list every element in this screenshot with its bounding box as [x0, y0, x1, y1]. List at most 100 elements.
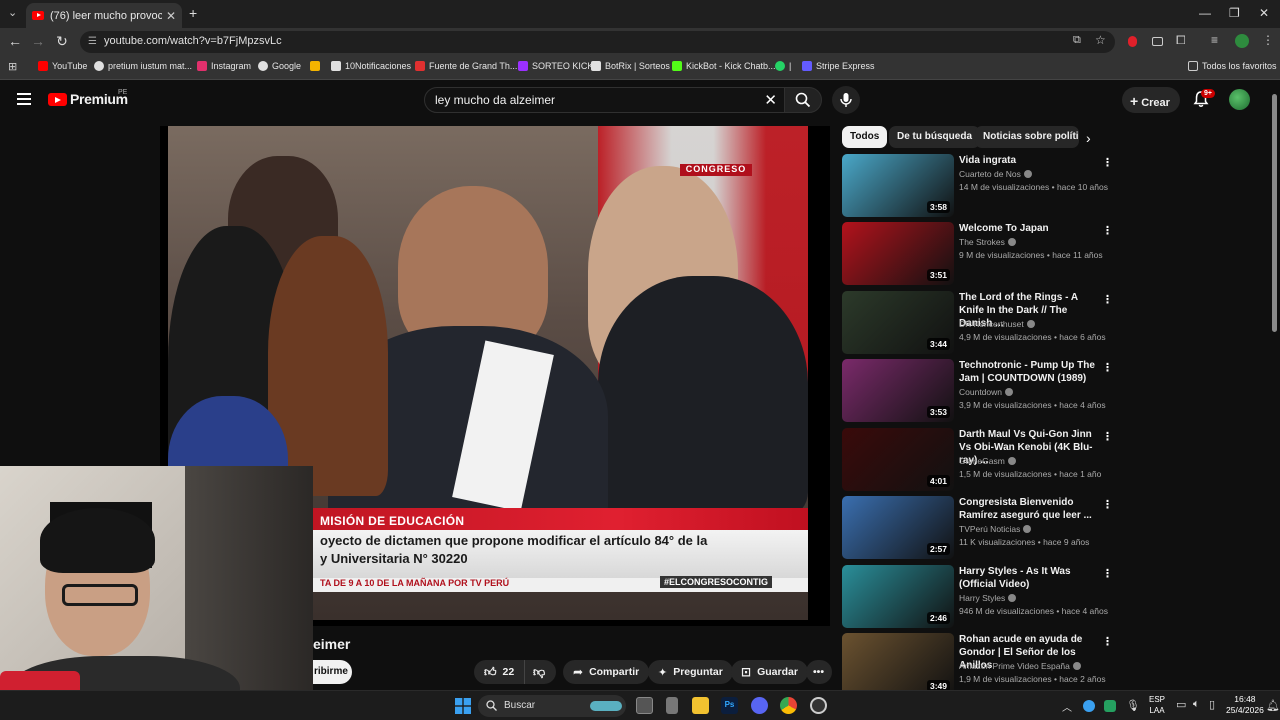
forward-icon[interactable]: →: [29, 33, 47, 49]
bookmark-pretium[interactable]: pretium iustum mat...: [94, 61, 192, 71]
recommendation-thumbnail[interactable]: 3:53: [842, 359, 954, 422]
recommendation-thumbnail[interactable]: 3:51: [842, 222, 954, 285]
menu-hamburger-icon[interactable]: [17, 93, 31, 105]
network-icon[interactable]: ▭: [1176, 698, 1186, 711]
clear-search-icon[interactable]: ✕: [764, 91, 777, 109]
tab-search-chevron-icon[interactable]: ⌄: [8, 6, 17, 19]
new-tab-icon[interactable]: +: [189, 5, 197, 21]
save-button[interactable]: ⊡ Guardar: [731, 660, 808, 684]
recommendation-channel[interactable]: Cuarteto de Nos: [959, 169, 1032, 179]
recommendation-channel[interactable]: TVPerú Noticias: [959, 524, 1032, 534]
recommendation-thumbnail[interactable]: 3:58: [842, 154, 954, 217]
recommendation-item[interactable]: 4:01 Darth Maul Vs Qui-Gon Jinn Vs Obi-Wa…: [842, 428, 1113, 492]
recommendation-channel[interactable]: DR Koncerthuset: [959, 319, 1035, 329]
recommendation-title[interactable]: Vida ingrata: [959, 154, 1099, 167]
recommendation-title[interactable]: Technotronic - Pump Up The Jam | COUNTDO…: [959, 359, 1099, 385]
dislike-button[interactable]: 👎︎: [524, 660, 556, 684]
reading-list-icon[interactable]: ≡: [1211, 33, 1218, 47]
cast-icon[interactable]: ⧉: [1073, 34, 1081, 47]
search-input[interactable]: ley mucho da alzeimer ✕: [424, 87, 786, 113]
extensions-puzzle-icon[interactable]: ⧠: [1176, 33, 1186, 48]
chip-all[interactable]: Todos: [842, 126, 888, 148]
recommendation-item[interactable]: 3:49 Rohan acude en ayuda de Gondor | El …: [842, 633, 1113, 697]
maximize-window-icon[interactable]: ❐: [1229, 6, 1240, 20]
recommendation-item[interactable]: 2:57 Congresista Bienvenido Ramírez asegu…: [842, 496, 1113, 560]
close-tab-icon[interactable]: ✕: [166, 9, 176, 23]
recommendation-thumbnail[interactable]: 4:01: [842, 428, 954, 491]
windows-start-icon[interactable]: [455, 698, 471, 714]
ask-button[interactable]: ✦ Preguntar: [648, 660, 733, 684]
reload-icon[interactable]: ↻: [53, 33, 71, 50]
more-options-icon[interactable]: ⋮: [1102, 224, 1113, 237]
recommendation-item[interactable]: 3:44 The Lord of the Rings - A Knife In t…: [842, 291, 1113, 355]
page-scrollbar-thumb[interactable]: [1272, 94, 1277, 332]
bookmark-google[interactable]: Google: [258, 61, 301, 71]
share-button[interactable]: ➦ Compartir: [563, 660, 650, 684]
bookmark-kickbot[interactable]: KickBot - Kick Chatb...: [672, 61, 776, 71]
recommendation-channel[interactable]: The Strokes: [959, 237, 1016, 247]
youtube-logo-icon[interactable]: [48, 93, 67, 106]
browser-tab-active[interactable]: (76) leer mucho provoca Alzhe ✕: [26, 3, 182, 28]
bookmark-instagram[interactable]: Instagram: [197, 61, 251, 71]
more-options-icon[interactable]: ⋮: [1102, 430, 1113, 443]
bookmark-star-icon[interactable]: ☆: [1095, 33, 1106, 47]
bookmark-stripe[interactable]: Stripe Express: [802, 61, 875, 71]
discord-icon[interactable]: [751, 697, 768, 714]
tray-mic-icon[interactable]: 🎙︎: [1126, 699, 1140, 712]
profile-avatar-icon[interactable]: [1235, 34, 1249, 48]
recommendation-title[interactable]: Harry Styles - As It Was (Official Video…: [959, 565, 1099, 591]
bookmark-youtube[interactable]: YouTube: [38, 61, 87, 71]
obs-icon[interactable]: [810, 697, 827, 714]
recommendation-thumbnail[interactable]: 2:57: [842, 496, 954, 559]
browser-menu-icon[interactable]: ⋮: [1262, 33, 1274, 47]
user-avatar[interactable]: [1229, 89, 1250, 110]
chip-politics-news[interactable]: Noticias sobre polític: [975, 126, 1079, 148]
all-favorites-folder[interactable]: Todos los favoritos: [1188, 61, 1277, 71]
extension-card-icon[interactable]: [1152, 37, 1163, 46]
recommendation-channel[interactable]: GameGasm: [959, 456, 1016, 466]
chip-from-search[interactable]: De tu búsqueda: [889, 126, 981, 148]
battery-icon[interactable]: ▯: [1209, 698, 1215, 711]
recommendation-item[interactable]: 3:53 Technotronic - Pump Up The Jam | COU…: [842, 359, 1113, 423]
bookmark-grand-theft[interactable]: Fuente de Grand Th...: [415, 61, 517, 71]
minimize-window-icon[interactable]: —: [1199, 6, 1211, 20]
system-clock[interactable]: 16:48 25/4/2026: [1226, 694, 1264, 716]
voice-search-button[interactable]: [832, 86, 860, 114]
close-window-icon[interactable]: ✕: [1259, 6, 1269, 20]
recommendation-title[interactable]: Congresista Bienvenido Ramírez aseguró q…: [959, 496, 1099, 522]
bookmark-pinwheel[interactable]: [310, 61, 324, 71]
more-actions-button[interactable]: •••: [806, 660, 832, 684]
back-icon[interactable]: ←: [6, 33, 24, 49]
bookmark-whatsapp[interactable]: |: [775, 61, 791, 71]
tray-cloud-icon[interactable]: [1083, 700, 1095, 712]
recommendation-thumbnail[interactable]: 3:44: [842, 291, 954, 354]
recommendation-thumbnail[interactable]: 3:49: [842, 633, 954, 696]
apps-grid-icon[interactable]: ⊞: [8, 60, 17, 73]
photoshop-icon[interactable]: Ps: [721, 697, 738, 714]
chrome-icon[interactable]: [780, 697, 797, 714]
create-button[interactable]: + Crear: [1122, 87, 1180, 113]
tray-chevron-icon[interactable]: ︿: [1062, 699, 1072, 714]
address-bar[interactable]: ☰ youtube.com/watch?v=b7FjMpzsvLc ⧉ ☆: [80, 31, 1115, 53]
recommendation-title[interactable]: Welcome To Japan: [959, 222, 1099, 235]
more-options-icon[interactable]: ⋮: [1102, 498, 1113, 511]
file-explorer-icon[interactable]: [692, 697, 709, 714]
volume-icon[interactable]: 🔈︎: [1193, 698, 1200, 711]
file-app-icon[interactable]: [666, 697, 678, 714]
like-button[interactable]: 👍︎ 22: [474, 660, 524, 684]
recommendation-item[interactable]: 3:58 Vida ingrata Cuarteto de Nos 14 M de v…: [842, 154, 1113, 218]
recommendation-item[interactable]: 2:46 Harry Styles - As It Was (Official V…: [842, 565, 1113, 629]
tray-app-icon[interactable]: [1104, 700, 1116, 712]
recommendation-item[interactable]: 3:51 Welcome To Japan The Strokes 9 M de vi…: [842, 222, 1113, 286]
task-view-icon[interactable]: [636, 697, 653, 714]
notification-center-icon[interactable]: 🔔︎: [1266, 699, 1280, 712]
more-options-icon[interactable]: ⋮: [1102, 635, 1113, 648]
bookmark-botrix[interactable]: BotRix | Sorteos: [591, 61, 670, 71]
search-button[interactable]: [784, 87, 822, 113]
more-options-icon[interactable]: ⋮: [1102, 361, 1113, 374]
site-info-icon[interactable]: ☰: [88, 36, 97, 47]
recommendation-channel[interactable]: Countdown: [959, 387, 1014, 397]
more-options-icon[interactable]: ⋮: [1102, 156, 1113, 169]
language-indicator[interactable]: ESP LAA: [1149, 694, 1165, 716]
recommendation-thumbnail[interactable]: 2:46: [842, 565, 954, 628]
